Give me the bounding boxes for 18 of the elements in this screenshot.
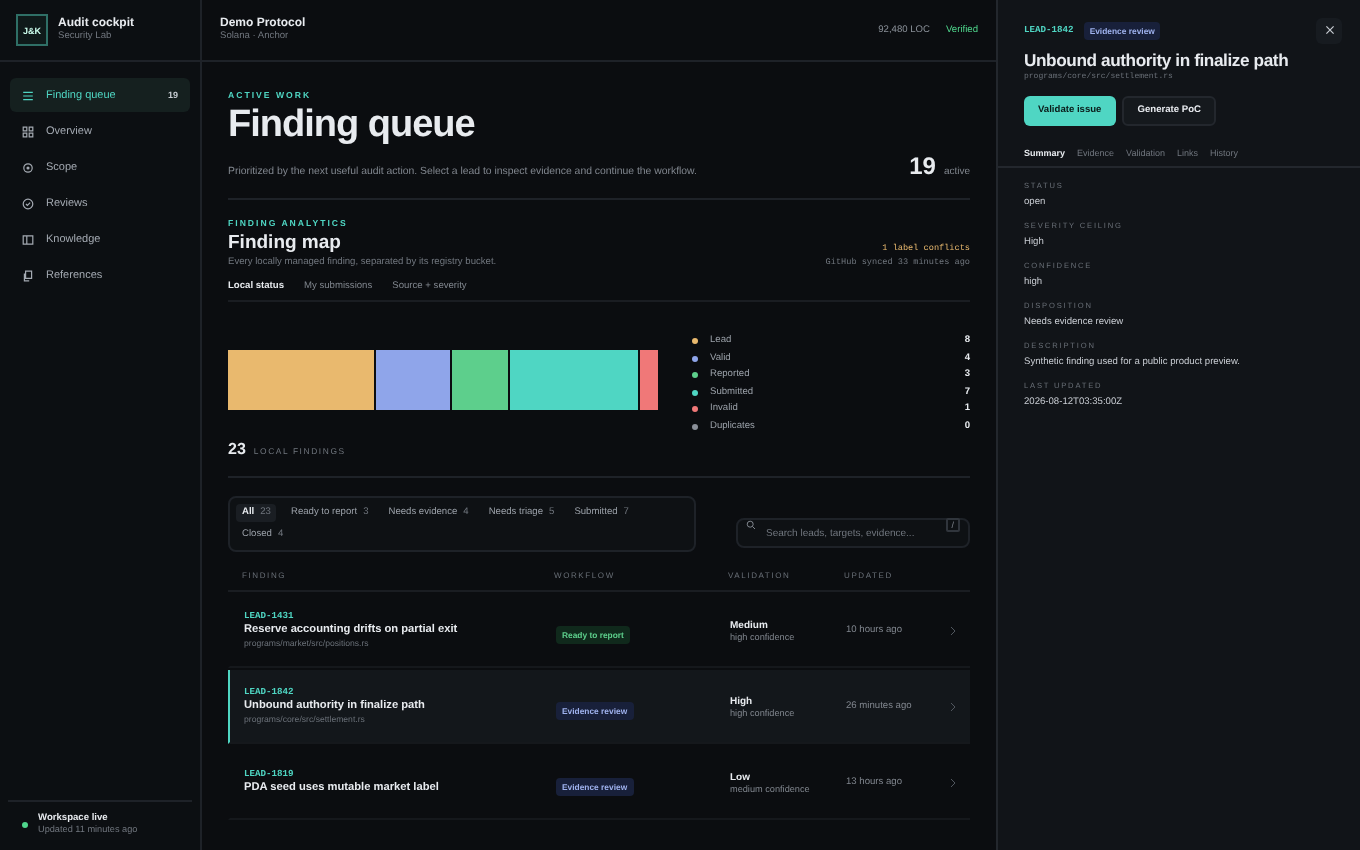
check-circle-icon	[22, 197, 34, 209]
chevron-right-icon	[950, 701, 956, 711]
grid-icon	[22, 125, 34, 137]
active-count: 19	[909, 152, 936, 180]
copy-icon	[22, 269, 34, 281]
status-dot	[22, 821, 28, 827]
list-icon	[22, 89, 34, 101]
close-button[interactable]	[1316, 17, 1342, 43]
close-icon	[1323, 24, 1335, 36]
chevron-right-icon	[950, 777, 956, 787]
target-icon	[22, 161, 34, 173]
book-icon	[22, 233, 34, 245]
page-title: Finding queue	[228, 104, 477, 148]
search-icon	[746, 519, 756, 529]
detail-title: Unbound authority in finalize path	[1022, 48, 1291, 70]
total-count: 23	[228, 440, 246, 458]
chevron-right-icon	[950, 625, 956, 635]
section-title: Finding map	[228, 232, 343, 254]
